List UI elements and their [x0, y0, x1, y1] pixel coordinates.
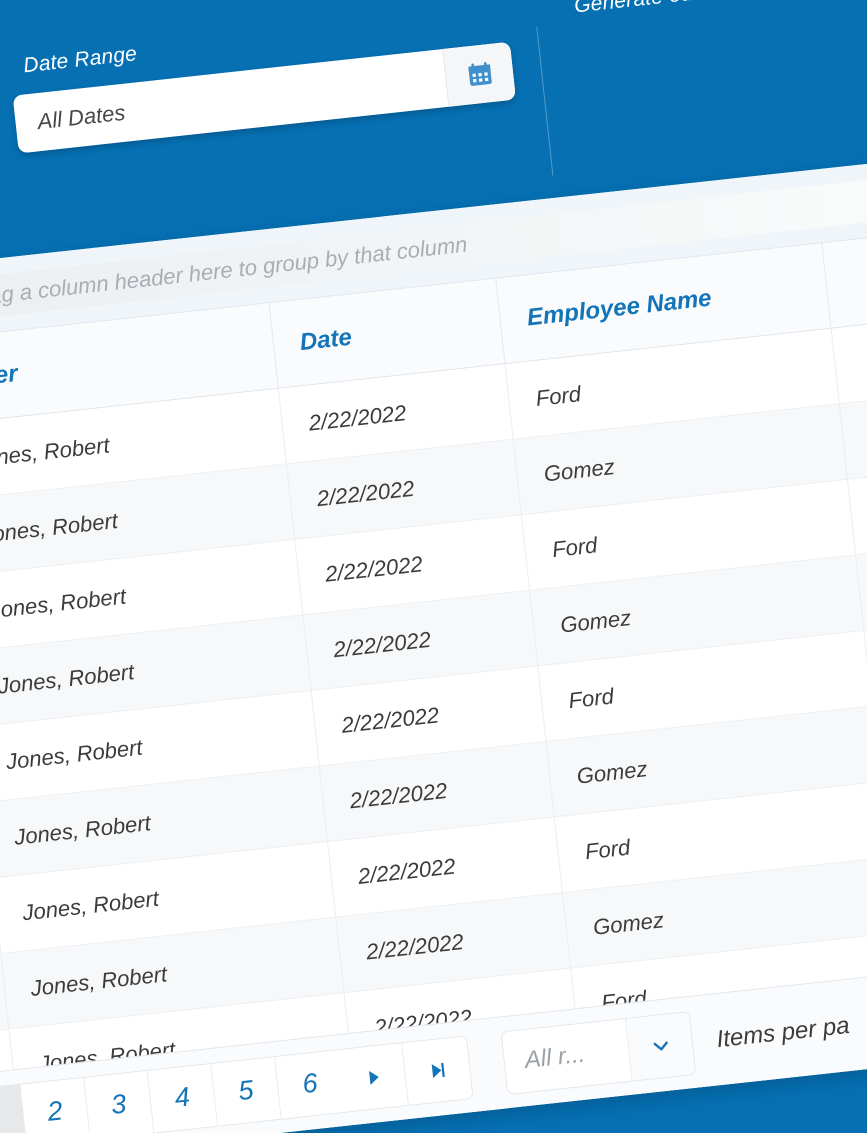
last-page-icon [431, 1061, 445, 1078]
filter-divider [535, 26, 553, 176]
calendar-icon [467, 61, 491, 86]
pager-next-button[interactable] [338, 1042, 409, 1111]
rotated-scene: When emplo Date Range Generate ou All Da… [0, 0, 867, 1133]
next-page-icon [367, 1070, 378, 1084]
items-per-page-value: All r... [522, 1039, 586, 1074]
items-per-page-arrow[interactable] [624, 1011, 695, 1080]
date-range-value: All Dates [35, 99, 126, 134]
pager-last-button[interactable] [401, 1035, 473, 1104]
date-range-label: Date Range [21, 41, 138, 77]
screenshot-root: When emplo Date Range Generate ou All Da… [0, 0, 867, 1133]
date-picker-button[interactable] [441, 41, 516, 107]
pager-page-6[interactable]: 6 [274, 1049, 345, 1118]
items-per-page-label: Items per pa [714, 1010, 851, 1053]
pager-page-4[interactable]: 4 [147, 1062, 218, 1132]
pager-page-2[interactable]: 2 [19, 1076, 91, 1133]
items-per-page-select[interactable]: All r... [500, 1010, 696, 1095]
data-grid: Drag a column header here to group by th… [0, 151, 867, 1133]
chevron-down-icon [652, 1040, 667, 1050]
generate-output-label: Generate ou [572, 0, 693, 18]
pager-page-3[interactable]: 3 [83, 1069, 154, 1133]
pager-page-5[interactable]: 5 [210, 1056, 282, 1125]
